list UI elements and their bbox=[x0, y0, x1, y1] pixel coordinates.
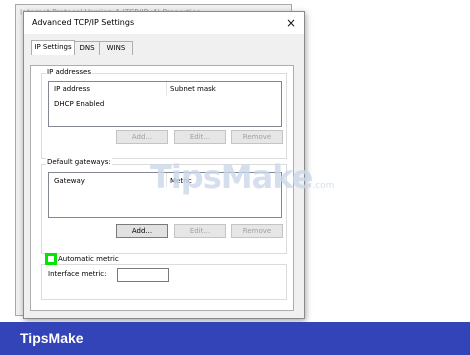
gateways-label: Default gateways: bbox=[46, 158, 112, 166]
tab-dns[interactable]: DNS bbox=[74, 41, 100, 55]
ip-edit-button[interactable]: Edit... bbox=[174, 130, 226, 144]
column-header-subnet-mask[interactable]: Subnet mask bbox=[170, 85, 216, 93]
ip-add-button[interactable]: Add... bbox=[116, 130, 168, 144]
interface-metric-label: Interface metric: bbox=[48, 270, 107, 278]
close-icon[interactable]: × bbox=[282, 14, 300, 32]
ip-addresses-list[interactable]: IP address Subnet mask DHCP Enabled bbox=[48, 81, 282, 127]
footer-brand: TipsMake bbox=[20, 330, 84, 346]
automatic-metric-checkbox[interactable] bbox=[45, 253, 57, 265]
tab-ip-settings[interactable]: IP Settings bbox=[31, 40, 75, 55]
tab-wins[interactable]: WINS bbox=[99, 41, 133, 55]
gateway-edit-button[interactable]: Edit... bbox=[174, 224, 226, 238]
title-bar: Advanced TCP/IP Settings × bbox=[24, 12, 304, 34]
ip-addresses-label: IP addresses bbox=[46, 68, 92, 76]
interface-metric-input[interactable] bbox=[117, 268, 169, 282]
watermark-text: TipsMake bbox=[150, 158, 313, 196]
column-header-ip-address[interactable]: IP address bbox=[54, 85, 90, 93]
dialog-title: Advanced TCP/IP Settings bbox=[32, 18, 135, 27]
checkbox-box bbox=[48, 256, 54, 262]
ip-remove-button[interactable]: Remove bbox=[231, 130, 283, 144]
gateway-add-button[interactable]: Add... bbox=[116, 224, 168, 238]
automatic-metric-label[interactable]: Automatic metric bbox=[58, 255, 119, 263]
watermark-suffix: .com bbox=[312, 181, 335, 191]
tipsmake-watermark: TipsMake.com bbox=[150, 158, 334, 196]
column-header-gateway[interactable]: Gateway bbox=[54, 177, 85, 185]
gateway-remove-button[interactable]: Remove bbox=[231, 224, 283, 238]
footer-bar: TipsMake bbox=[0, 322, 470, 355]
column-divider bbox=[166, 82, 167, 96]
list-item[interactable]: DHCP Enabled bbox=[54, 100, 104, 108]
